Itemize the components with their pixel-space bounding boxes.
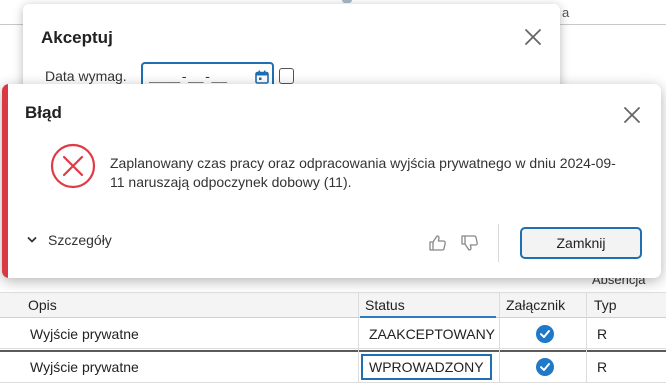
error-icon	[49, 142, 97, 195]
details-label: Szczegóły	[48, 232, 112, 248]
close-icon[interactable]	[621, 104, 643, 126]
error-dialog: Błąd Zaplanowany czas pracy oraz odpraco…	[2, 84, 661, 278]
table-row[interactable]: Wyjście prywatne ZAAKCEPTOWANY R	[0, 319, 666, 349]
column-divider	[358, 292, 359, 383]
column-header-opis[interactable]: Opis	[28, 293, 57, 317]
details-toggle[interactable]: Szczegóły	[26, 232, 112, 248]
cell-opis: Wyjście prywatne	[30, 325, 139, 342]
error-accent-stripe	[2, 84, 8, 278]
error-message: Zaplanowany czas pracy oraz odpracowania…	[110, 155, 616, 190]
cell-status: ZAAKCEPTOWANY	[369, 325, 496, 342]
divider	[498, 224, 499, 262]
thumbs-up-icon[interactable]	[427, 232, 449, 254]
dialog-title: Akceptuj	[41, 28, 113, 47]
cell-typ: R	[597, 359, 608, 375]
date-label: Data wymag.	[45, 68, 127, 84]
attachment-check-icon	[536, 352, 554, 382]
status-focused-cell[interactable]: WPROWADZONY	[361, 354, 492, 380]
sort-indicator	[360, 316, 496, 318]
column-divider	[499, 292, 500, 383]
header-text-fragment: a	[562, 5, 570, 20]
close-icon[interactable]	[522, 26, 544, 48]
attachment-check-icon	[536, 319, 554, 348]
accept-dialog: Akceptuj Data wymag. ____-__-__	[23, 4, 560, 94]
thumbs-down-icon[interactable]	[459, 232, 481, 254]
column-header-typ[interactable]: Typ	[594, 293, 617, 317]
scroll-indicator	[342, 0, 352, 3]
close-button[interactable]: Zamknij	[520, 227, 642, 259]
column-header-zalacznik[interactable]: Załącznik	[506, 293, 565, 317]
column-divider	[586, 292, 587, 383]
column-header-status[interactable]: Status	[365, 293, 405, 317]
checkbox[interactable]	[279, 68, 294, 84]
dialog-title: Błąd	[25, 103, 62, 122]
chevron-down-icon	[27, 237, 37, 243]
grid-header: Opis Status Załącznik Typ	[0, 292, 666, 318]
cell-opis: Wyjście prywatne	[30, 359, 139, 375]
cell-status-selected[interactable]: WPROWADZONY	[361, 352, 492, 382]
cell-typ: R	[597, 325, 608, 342]
table-row[interactable]: Wyjście prywatne WPROWADZONY R	[0, 350, 666, 383]
